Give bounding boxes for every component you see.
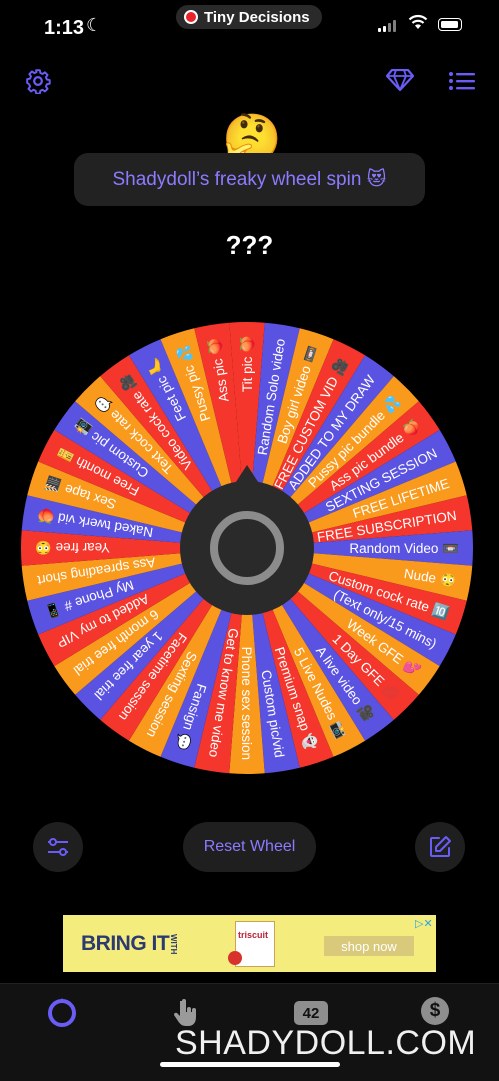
wheel-title[interactable]: Shadydoll’s freaky wheel spin 😻	[74, 153, 425, 206]
diamond-icon[interactable]	[386, 69, 414, 91]
wheel-segment-label: Phone sex session	[239, 647, 254, 760]
ad-brand: triscuit	[238, 930, 269, 940]
ad-cta-label: shop now	[341, 938, 397, 954]
ad-shop-now-button[interactable]: shop now	[324, 936, 414, 956]
wheel-icon[interactable]	[46, 997, 78, 1029]
edit-button[interactable]	[415, 822, 465, 872]
app-name: Tiny Decisions	[204, 8, 310, 26]
battery-icon	[438, 18, 462, 31]
ad-banner[interactable]: BRING IT WITH triscuit shop now ▷✕	[63, 915, 436, 972]
edit-icon	[430, 836, 451, 857]
counter-icon[interactable]: 42	[294, 1001, 328, 1025]
gear-icon[interactable]	[25, 68, 51, 94]
list-icon[interactable]	[449, 71, 475, 91]
spin-button[interactable]	[210, 511, 284, 585]
options-button[interactable]	[33, 822, 83, 872]
status-time: 1:13	[44, 17, 85, 39]
spin-wheel[interactable]: Tit pic 🍑 Random Solo video Boy girl video…	[18, 319, 476, 777]
reset-wheel-label: Reset Wheel	[203, 838, 296, 855]
ad-choices-icon[interactable]: ▷✕	[415, 917, 433, 931]
tomato-icon	[228, 951, 242, 965]
wheel-title-text: Shadydoll’s freaky wheel spin 😻	[112, 169, 387, 190]
record-icon	[184, 10, 198, 24]
watermark: SHADYDOLL.COM	[175, 1024, 477, 1062]
dollar-label: $	[429, 1000, 441, 1021]
ad-with-text: WITH	[169, 934, 178, 955]
home-indicator	[160, 1062, 340, 1067]
spin-result: ???	[225, 230, 274, 260]
dollar-icon[interactable]: $	[421, 997, 449, 1025]
ad-headline: BRING IT	[81, 932, 170, 955]
moon-icon: ☾	[86, 15, 103, 35]
counter-label: 42	[302, 1004, 320, 1022]
reset-wheel-button[interactable]: Reset Wheel	[183, 822, 316, 872]
app-indicator[interactable]: Tiny Decisions	[176, 5, 322, 29]
wheel-segment-label: Tit pic 🍑	[239, 336, 255, 392]
wheel-segment-label: Year free 😳	[35, 540, 110, 555]
sliders-icon	[48, 838, 68, 856]
wifi-icon	[408, 14, 428, 29]
signal-icon	[378, 20, 396, 32]
wheel-segment-label: Random Video 📼	[349, 541, 459, 556]
